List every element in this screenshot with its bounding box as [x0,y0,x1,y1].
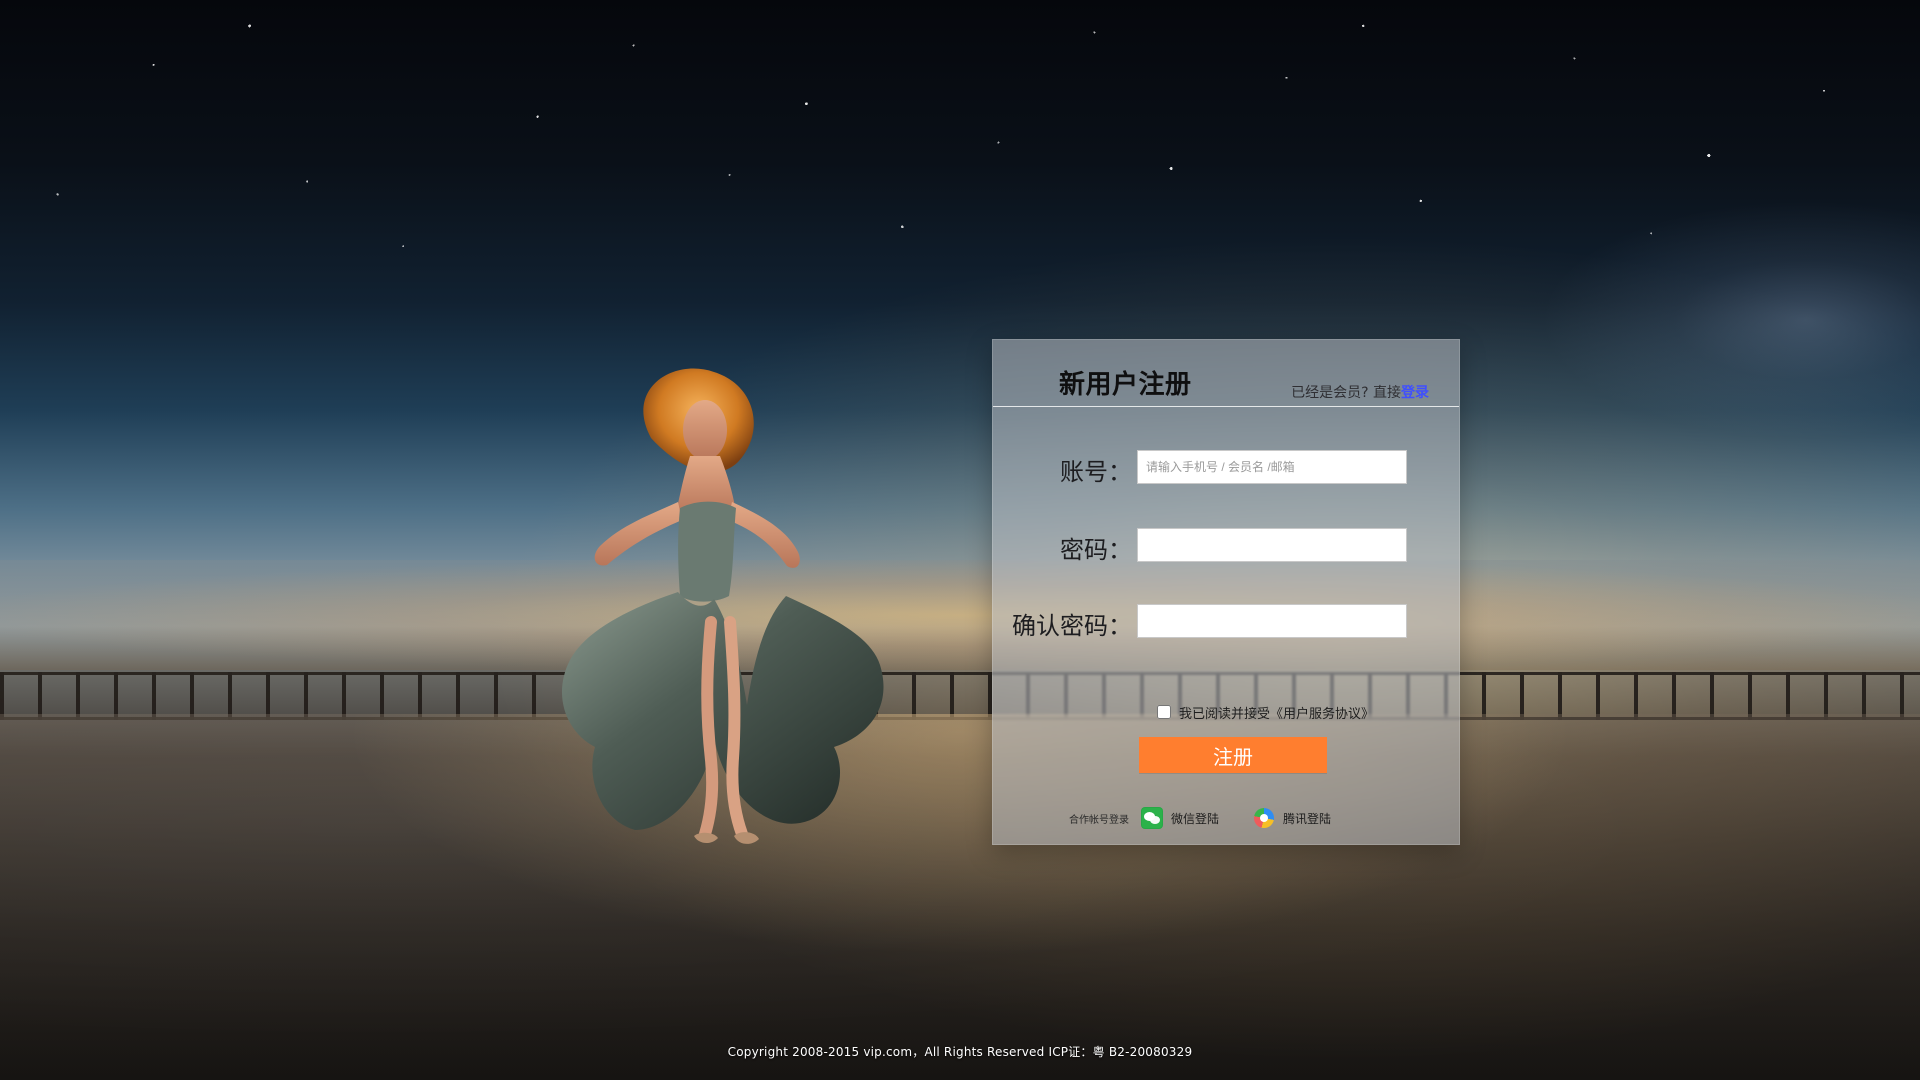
partner-login-caption: 合作帐号登录 [1069,814,1129,826]
password-input[interactable] [1137,528,1407,562]
right-shoe [734,832,759,844]
account-input[interactable] [1137,450,1407,484]
password-row: 密码： [993,528,1459,564]
tencent-login-label: 腾讯登陆 [1283,811,1332,826]
rooftop-railing [0,672,1920,720]
confirm-password-row: 确认密码： [993,604,1459,640]
register-button[interactable]: 注册 [1139,737,1327,773]
account-label: 账号： [1060,458,1132,486]
agreement-text: 我已阅读并接受《用户服务协议》 [1179,706,1375,722]
wechat-login-link[interactable]: 微信登陆 [1141,807,1219,829]
wechat-login-label: 微信登陆 [1171,811,1220,826]
register-panel: 新用户注册 已经是会员? 直接登录 账号： 密码： 确认密码： 我已阅读并接受《… [992,339,1460,845]
rooftop-ground [0,714,1920,1080]
copyright-text: Copyright 2008-2015 vip.com，All Rights R… [727,1045,1193,1059]
agreement-checkbox[interactable] [1157,705,1171,719]
register-title: 新用户注册 [1059,370,1192,400]
left-leg-shape [699,616,719,840]
tencent-icon [1253,807,1275,829]
member-login-prompt: 已经是会员? 直接登录 [1291,382,1429,402]
login-link[interactable]: 登录 [1401,385,1429,401]
partner-login-row: 合作帐号登录 微信登陆 腾讯登陆 [1069,806,1331,830]
register-panel-header: 新用户注册 已经是会员? 直接登录 [993,340,1459,407]
account-row: 账号： [993,450,1459,486]
confirm-password-label: 确认密码： [1012,612,1132,640]
wechat-icon [1141,807,1163,829]
password-label: 密码： [1060,536,1132,564]
tencent-login-link[interactable]: 腾讯登陆 [1253,807,1331,829]
confirm-password-input[interactable] [1137,604,1407,638]
member-prompt-text: 已经是会员? 直接 [1291,385,1401,401]
starry-sky-background [0,0,1920,648]
left-shoe [694,832,718,844]
agreement-row: 我已阅读并接受《用户服务协议》 [1157,702,1374,722]
right-leg-shape [724,616,748,840]
